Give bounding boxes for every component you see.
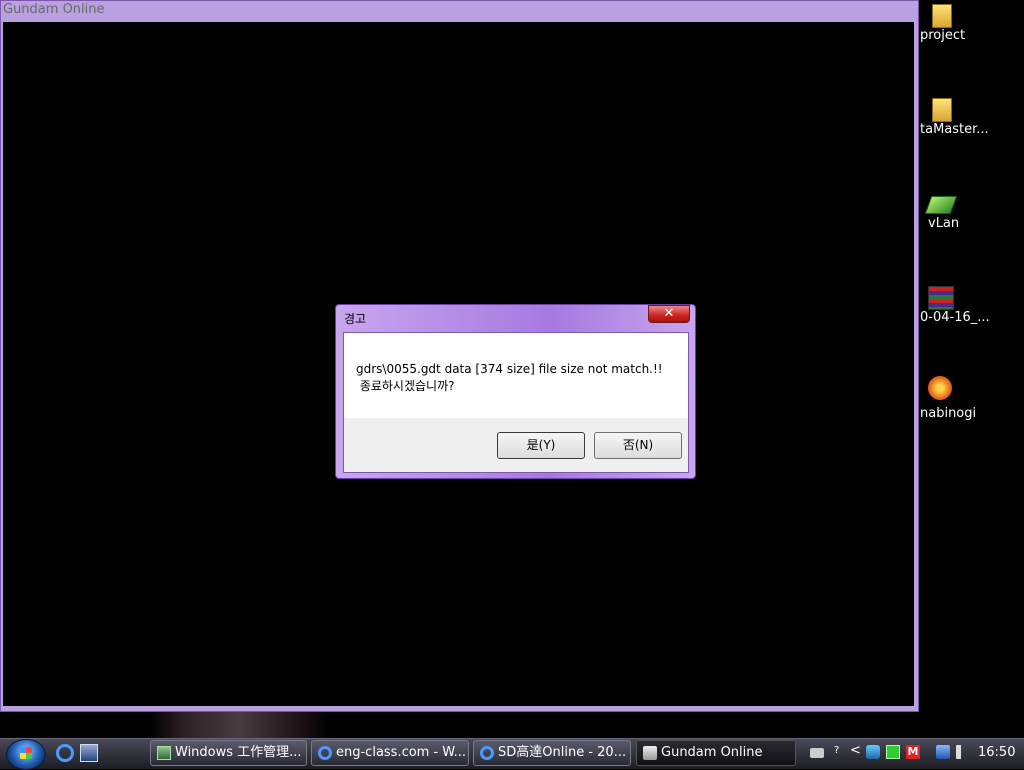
desktop-icon-label: vLan <box>928 216 960 231</box>
window-title: Gundam Online <box>3 2 105 17</box>
task-manager-icon <box>157 746 171 760</box>
show-desktop-icon[interactable] <box>80 744 98 762</box>
taskbar-item-task-manager[interactable]: Windows 工作管理... <box>150 740 307 766</box>
taskbar-item-label: eng-class.com - W... <box>336 745 467 760</box>
ie-quicklaunch-icon[interactable] <box>56 744 74 762</box>
taskbar-item-label: SD高達Online - 20... <box>498 745 627 760</box>
start-button[interactable] <box>6 739 46 770</box>
dialog-title: 경고 <box>344 312 367 326</box>
network-users-icon[interactable] <box>866 745 880 759</box>
chevron-left-icon[interactable]: < <box>850 743 864 758</box>
close-button[interactable]: ✕ <box>648 305 690 323</box>
desktop-icon-project[interactable]: project <box>918 2 1024 82</box>
desktop-icon-archive[interactable]: 0-04-16_... <box>918 284 1024 364</box>
taskbar-item-sd-gundam[interactable]: SD高達Online - 20... <box>473 740 631 766</box>
yes-button[interactable]: 是(Y) <box>497 432 585 459</box>
m-app-icon[interactable]: M <box>906 745 920 759</box>
mabinogi-icon <box>928 376 954 404</box>
taskbar-item-label: Gundam Online <box>661 745 763 760</box>
green-app-icon[interactable] <box>886 745 900 759</box>
desktop-icon-label: nabinogi <box>920 406 977 421</box>
folder-icon <box>928 96 954 124</box>
desktop-icon-label: 0-04-16_... <box>920 310 990 325</box>
warning-dialog: 경고 ✕ gdrs\0055.gdt data [374 size] file … <box>335 304 696 479</box>
taskbar-item-gundam-online[interactable]: Gundam Online <box>636 740 796 766</box>
desktop-icon-label: taMaster... <box>920 122 989 137</box>
taskbar-item-label: Windows 工作管理... <box>175 745 302 760</box>
vlan-icon <box>924 190 958 218</box>
clock[interactable]: 16:50 <box>978 745 1015 760</box>
dialog-footer: 是(Y) 否(N) <box>344 418 688 472</box>
network-icon[interactable] <box>936 745 950 759</box>
desktop-icon-vlan[interactable]: vLan <box>918 190 1024 270</box>
desktop-icon-mabinogi[interactable]: nabinogi <box>918 376 1024 456</box>
desktop-icon-label: project <box>920 28 966 43</box>
keyboard-icon[interactable] <box>810 748 824 758</box>
ie-icon <box>480 746 494 760</box>
close-icon: ✕ <box>663 306 675 321</box>
help-icon[interactable]: ? <box>834 745 844 759</box>
folder-icon <box>928 2 954 30</box>
ie-icon <box>318 746 332 760</box>
desktop-icon-tamaster[interactable]: taMaster... <box>918 96 1024 176</box>
dialog-body: gdrs\0055.gdt data [374 size] file size … <box>343 332 689 473</box>
archive-icon <box>928 284 954 312</box>
gundam-icon <box>643 746 657 760</box>
volume-icon[interactable] <box>956 745 968 759</box>
wallpaper-decoration <box>150 712 330 738</box>
windows-logo-icon <box>20 747 32 759</box>
dialog-message: gdrs\0055.gdt data [374 size] file size … <box>356 362 663 393</box>
no-button[interactable]: 否(N) <box>594 432 682 459</box>
taskbar-item-eng-class[interactable]: eng-class.com - W... <box>311 740 469 766</box>
